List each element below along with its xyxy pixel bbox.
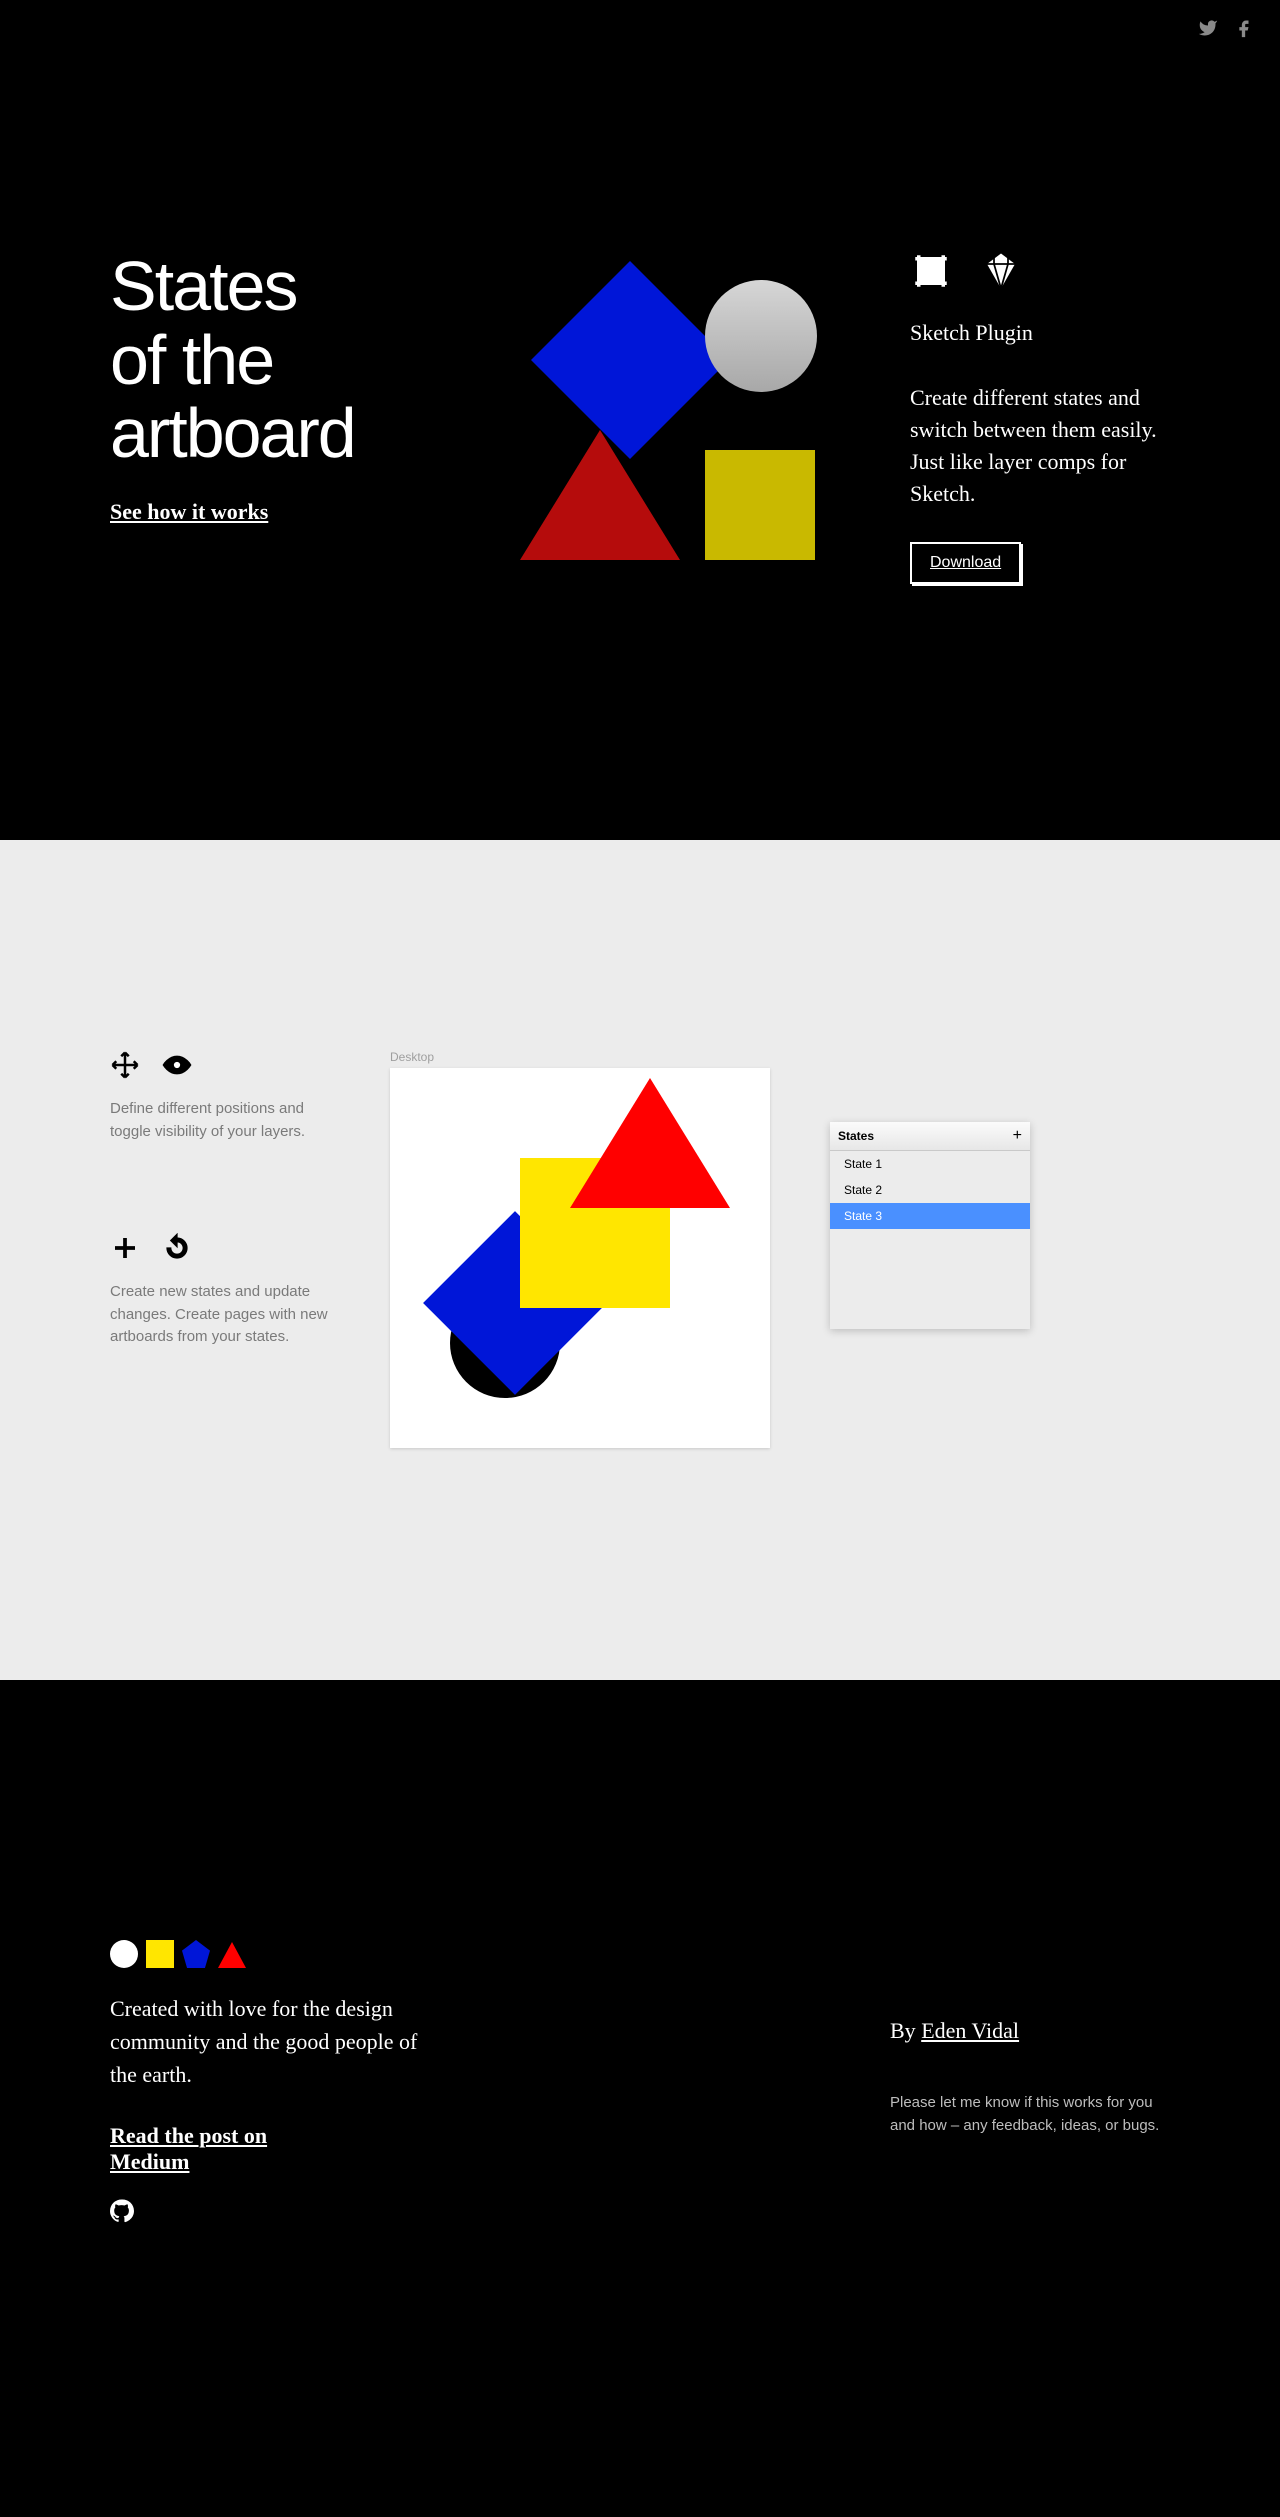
footer-right: By Eden Vidal Please let me know if this… xyxy=(890,2018,1170,2223)
eye-icon xyxy=(162,1050,192,1080)
footer-left: Created with love for the design communi… xyxy=(110,1940,430,2223)
feature-block-2: Create new states and update changes. Cr… xyxy=(110,1233,330,1349)
artboard-label: Desktop xyxy=(390,1050,770,1064)
feature-block-1: Define different positions and toggle vi… xyxy=(110,1050,330,1143)
title-line-2: of the xyxy=(110,321,273,399)
social-bar xyxy=(1198,18,1256,43)
red-triangle-icon xyxy=(218,1942,246,1968)
github-link[interactable] xyxy=(110,2199,430,2223)
medium-link[interactable]: Read the post on Medium xyxy=(110,2123,267,2175)
footer-shapes-row xyxy=(110,1940,430,1968)
author-link[interactable]: Eden Vidal xyxy=(921,2018,1019,2043)
blue-pentagon-icon xyxy=(182,1940,210,1968)
hero-description: Create different states and switch betwe… xyxy=(910,382,1170,510)
artboard-icon xyxy=(910,250,952,292)
artboard-canvas xyxy=(390,1068,770,1448)
plus-icon xyxy=(110,1233,140,1263)
twitter-icon xyxy=(1198,18,1218,38)
gray-circle-icon xyxy=(705,280,817,392)
download-button[interactable]: Download xyxy=(910,542,1021,584)
hero-right: Sketch Plugin Create different states an… xyxy=(910,250,1170,584)
see-how-link[interactable]: See how it works xyxy=(110,499,268,525)
yellow-square-icon xyxy=(705,450,815,560)
facebook-icon xyxy=(1236,18,1256,38)
refresh-icon xyxy=(162,1233,192,1263)
medium-link-line2: Medium xyxy=(110,2149,189,2174)
footer-paragraph: Created with love for the design communi… xyxy=(110,1992,430,2091)
sketch-diamond-icon xyxy=(980,250,1022,292)
by-line: By Eden Vidal xyxy=(890,2018,1170,2044)
state-row-2[interactable]: State 2 xyxy=(830,1177,1030,1203)
panel-title: States xyxy=(838,1129,874,1143)
facebook-link[interactable] xyxy=(1236,18,1256,43)
feature-2-text: Create new states and update changes. Cr… xyxy=(110,1281,330,1349)
medium-link-line1: Read the post on xyxy=(110,2123,267,2148)
state-row-3[interactable]: State 3 xyxy=(830,1203,1030,1229)
panel-header: States + xyxy=(830,1122,1030,1151)
by-prefix: By xyxy=(890,2018,921,2043)
features-column: Define different positions and toggle vi… xyxy=(110,1050,330,1439)
red-triangle-icon xyxy=(520,430,680,560)
title-line-3: artboard xyxy=(110,394,355,472)
yellow-square-icon xyxy=(146,1940,174,1968)
github-icon xyxy=(110,2199,134,2223)
twitter-link[interactable] xyxy=(1198,18,1218,43)
feature-1-text: Define different positions and toggle vi… xyxy=(110,1098,330,1143)
footer-section: Created with love for the design communi… xyxy=(0,1680,1280,2517)
panel-empty-area xyxy=(830,1229,1030,1329)
state-row-1[interactable]: State 1 xyxy=(830,1151,1030,1177)
red-triangle-icon xyxy=(570,1078,730,1208)
artboard-preview: Desktop xyxy=(390,1050,770,1448)
hero-section: States of the artboard See how it works … xyxy=(0,0,1280,840)
hero-left: States of the artboard See how it works xyxy=(110,250,430,584)
title-line-1: States xyxy=(110,247,296,325)
footer-note: Please let me know if this works for you… xyxy=(890,2092,1170,2137)
move-icon xyxy=(110,1050,140,1080)
demo-section: Define different positions and toggle vi… xyxy=(0,840,1280,1680)
hero-subheading: Sketch Plugin xyxy=(910,320,1170,346)
add-state-button[interactable]: + xyxy=(1013,1127,1022,1145)
hero-shapes-graphic xyxy=(520,260,820,560)
states-panel: States + State 1 State 2 State 3 xyxy=(830,1122,1030,1329)
white-circle-icon xyxy=(110,1940,138,1968)
page-title: States of the artboard xyxy=(110,250,430,471)
